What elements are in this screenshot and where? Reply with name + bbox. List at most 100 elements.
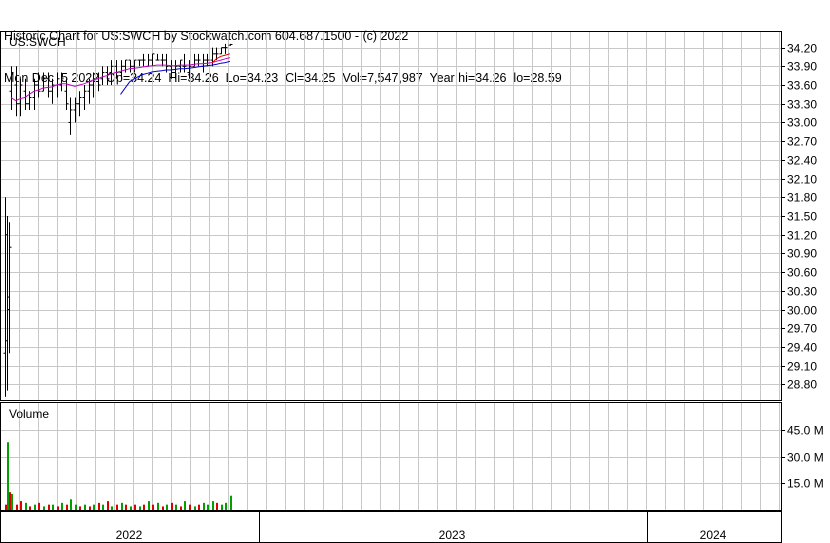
y-tick-label: 34.20 [787, 42, 817, 56]
volume-bar [79, 506, 81, 510]
ohlc-bar [228, 43, 233, 46]
volume-bar [61, 502, 63, 510]
y-tick-label: 33.60 [787, 79, 817, 93]
y-tick-label: 29.40 [787, 341, 817, 355]
volume-bar [216, 502, 218, 510]
ohlc-bar [5, 216, 10, 391]
volume-bar [162, 506, 164, 510]
ohlc-bar [7, 222, 12, 354]
ohlc-bar [96, 72, 101, 92]
year-label: 2024 [700, 528, 727, 542]
y-tick-label: 32.10 [787, 173, 817, 187]
volume-bar [11, 493, 13, 510]
volume-bar [198, 504, 200, 510]
volume-bar [166, 504, 168, 510]
price-bars [3, 43, 233, 397]
y-tick-label: 32.40 [787, 154, 817, 168]
ohlc-bar [114, 60, 119, 79]
ohlc-bar [82, 85, 87, 110]
ohlc-bar [50, 78, 55, 104]
volume-bars [5, 442, 232, 510]
ohlc-bar [141, 53, 146, 67]
ohlc-bar [100, 66, 105, 86]
volume-bar [5, 504, 7, 510]
ohlc-bar [210, 47, 215, 67]
volume-bar [48, 504, 50, 510]
volume-grid [1, 403, 781, 510]
y-tick-label: 32.70 [787, 135, 817, 149]
year-label: 2022 [116, 528, 143, 542]
volume-bar [139, 506, 141, 510]
y-tick-label: 28.80 [787, 378, 817, 392]
y-tick-label: 31.20 [787, 229, 817, 243]
volume-bar [121, 502, 123, 510]
time-axis: 2022 2023 2024 [116, 511, 727, 543]
ohlc-bar [9, 66, 14, 110]
volume-bar [84, 504, 86, 510]
ohlc-bar [155, 53, 160, 61]
volume-bar [184, 501, 186, 510]
volume-bar [111, 506, 113, 510]
stock-chart: US:SWCH Volume 34.20 33.90 33.60 33.30 33.00… [0, 31, 824, 543]
volume-bar [171, 502, 173, 510]
volume-bar [143, 504, 145, 510]
ohlc-bar [32, 78, 37, 110]
volume-bar [98, 502, 100, 510]
y-tick-label: 33.00 [787, 116, 817, 130]
volume-bar [70, 499, 72, 510]
ohlc-bar [160, 53, 165, 67]
volume-bar [130, 506, 132, 510]
volume-bar [52, 504, 54, 510]
volume-bar [75, 504, 77, 510]
ohlc-bar [146, 53, 151, 67]
volume-bar [203, 502, 205, 510]
volume-bar [152, 504, 154, 510]
volume-bar [93, 504, 95, 510]
volume-bar [157, 502, 159, 510]
volume-bar [16, 504, 18, 510]
volume-bar [43, 506, 45, 510]
volume-bar [116, 504, 118, 510]
volume-label: Volume [9, 407, 49, 421]
volume-bar [189, 504, 191, 510]
ohlc-bar [182, 53, 187, 73]
y-tick-label: 29.70 [787, 322, 817, 336]
ohlc-bar [109, 60, 114, 86]
price-grid [1, 32, 781, 400]
y-tick-label: 30.60 [787, 266, 817, 280]
ohlc-bar [205, 53, 210, 67]
y-tick-label: 33.90 [787, 60, 817, 74]
volume-bar [34, 504, 36, 510]
volume-bar [212, 501, 214, 510]
y-tick-label: 31.50 [787, 210, 817, 224]
volume-bar [125, 504, 127, 510]
symbol-label: US:SWCH [9, 35, 66, 49]
y-tick-label: 31.80 [787, 191, 817, 205]
volume-bar [107, 501, 109, 510]
volume-tick-label: 15.0 M [787, 477, 824, 491]
y-tick-label: 29.10 [787, 360, 817, 374]
ohlc-bar [59, 72, 64, 92]
volume-bar [175, 504, 177, 510]
ohlc-bar [137, 59, 142, 67]
volume-tick-label: 45.0 M [787, 424, 824, 438]
y-tick-label: 30.00 [787, 304, 817, 318]
volume-tick-label: 30.0 M [787, 451, 824, 465]
volume-bar [148, 501, 150, 510]
volume-bar [9, 492, 11, 510]
ohlc-bar [14, 66, 19, 117]
volume-bar [225, 502, 227, 510]
volume-bar [221, 504, 223, 510]
price-axis: 34.20 33.90 33.60 33.30 33.00 32.70 32.40 32.10… [781, 42, 817, 392]
volume-bar [20, 501, 22, 510]
volume-bar [66, 504, 68, 510]
ohlc-bar [150, 53, 155, 67]
y-tick-label: 33.30 [787, 98, 817, 112]
volume-bar [29, 506, 31, 510]
volume-bar [180, 506, 182, 510]
volume-bar [230, 495, 232, 510]
y-tick-label: 30.90 [787, 247, 817, 261]
y-tick-label: 30.30 [787, 285, 817, 299]
volume-bar [194, 506, 196, 510]
ohlc-bar [77, 91, 82, 117]
